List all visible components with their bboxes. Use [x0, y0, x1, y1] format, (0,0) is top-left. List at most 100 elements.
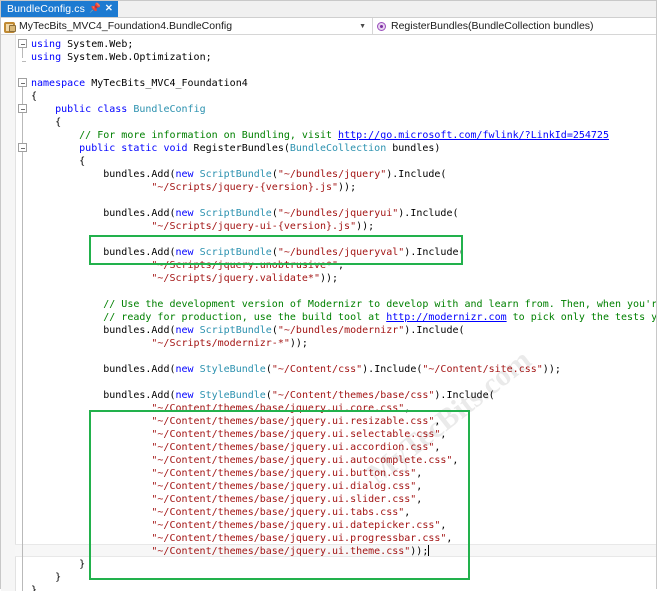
code-token-pln: bundles.Add( — [103, 390, 176, 401]
code-navigation-bar: MyTecBits_MVC4_Foundation4.BundleConfig … — [1, 18, 656, 35]
code-line[interactable]: } — [79, 558, 85, 571]
code-token-cmt: to pick only the tests you need. — [512, 312, 656, 323]
code-token-kw: using — [31, 52, 62, 63]
code-line[interactable]: // Use the development version of Modern… — [103, 298, 656, 311]
code-token-pln: } — [55, 572, 62, 583]
code-token-pln: ).Include( — [404, 247, 465, 258]
code-line[interactable]: "~/Scripts/jquery-{version}.js")); — [151, 181, 356, 194]
code-token-pln: ).Include( — [404, 325, 465, 336]
code-line[interactable]: } — [31, 584, 37, 591]
code-token-str: "~/Content/themes/base/jquery.ui.slider.… — [151, 494, 417, 505]
member-dropdown-value: RegisterBundles(BundleCollection bundles… — [391, 20, 594, 32]
code-line[interactable]: "~/Content/themes/base/jquery.ui.dialog.… — [151, 480, 422, 493]
code-line[interactable]: "~/Content/themes/base/jquery.ui.theme.c… — [151, 545, 428, 558]
code-token-typ: ScriptBundle — [199, 325, 272, 336]
code-token-str: "~/Content/themes/base/jquery.ui.autocom… — [151, 455, 453, 466]
code-line[interactable]: // ready for production, use the build t… — [103, 311, 656, 324]
code-token-str: "~/Content/themes/base/jquery.ui.progres… — [151, 533, 447, 544]
code-line[interactable]: { — [55, 116, 61, 129]
code-token-lnk[interactable]: http://go.microsoft.com/fwlink/?LinkId=2… — [338, 130, 609, 141]
outline-toggle-namespace[interactable] — [18, 78, 27, 87]
code-token-cmt: // For more information on Bundling, vis… — [79, 130, 339, 141]
code-line[interactable]: "~/Content/themes/base/jquery.ui.selecta… — [151, 428, 446, 441]
outline-toggle-using[interactable] — [18, 39, 27, 48]
code-line[interactable]: "~/Content/themes/base/jquery.ui.slider.… — [151, 493, 422, 506]
code-token-kw: public static void — [79, 143, 188, 154]
code-token-str: "~/bundles/jqueryui" — [277, 208, 399, 219]
code-token-lnk[interactable]: http://modernizr.com — [386, 312, 506, 323]
code-token-pln: System.Web.Optimization; — [61, 52, 212, 63]
type-dropdown[interactable]: MyTecBits_MVC4_Foundation4.BundleConfig … — [1, 18, 373, 34]
code-token-pln: RegisterBundles( — [187, 143, 290, 154]
code-token-str: "~/Scripts/jquery.unobtrusive*" — [151, 260, 339, 271]
outline-toggle-class[interactable] — [18, 104, 27, 113]
code-token-pln: bundles) — [386, 143, 441, 154]
code-line[interactable]: bundles.Add(new ScriptBundle("~/bundles/… — [103, 168, 446, 181]
code-line[interactable]: public static void RegisterBundles(Bundl… — [79, 142, 440, 155]
code-token-pln: , — [452, 455, 459, 466]
tab-bundleconfig-cs[interactable]: BundleConfig.cs 📌 ✕ — [1, 1, 118, 17]
code-token-str: "~/bundles/jquery" — [277, 169, 387, 180]
code-line[interactable]: "~/Content/themes/base/jquery.ui.autocom… — [151, 454, 458, 467]
outline-guide-line — [22, 86, 23, 591]
code-token-pln: } — [31, 585, 38, 591]
class-icon — [4, 21, 16, 33]
code-line[interactable]: } — [55, 571, 61, 584]
code-token-pln: ).Include( — [398, 208, 459, 219]
code-line[interactable]: bundles.Add(new ScriptBundle("~/bundles/… — [103, 246, 464, 259]
code-line[interactable]: "~/Scripts/modernizr-*")); — [151, 337, 308, 350]
code-token-pln: } — [79, 559, 86, 570]
code-line[interactable]: bundles.Add(new ScriptBundle("~/bundles/… — [103, 324, 464, 337]
code-token-cmt: // ready for production, use the build t… — [103, 312, 387, 323]
code-line[interactable]: "~/Scripts/jquery-ui-{version}.js")); — [151, 220, 374, 233]
close-icon[interactable]: ✕ — [105, 1, 113, 17]
code-token-str: "~/Content/themes/base/jquery.ui.button.… — [151, 468, 417, 479]
code-line[interactable]: { — [31, 90, 37, 103]
code-line[interactable]: bundles.Add(new StyleBundle("~/Content/c… — [103, 363, 561, 376]
code-editor-surface[interactable]: MyTecBits.com using System.Web; using Sys… — [1, 35, 656, 591]
code-line[interactable]: bundles.Add(new ScriptBundle("~/bundles/… — [103, 207, 458, 220]
type-dropdown-value: MyTecBits_MVC4_Foundation4.BundleConfig — [19, 20, 233, 32]
code-token-pln: bundles.Add( — [103, 208, 176, 219]
code-line[interactable]: public class BundleConfig — [55, 103, 206, 116]
code-token-pln: System.Web; — [61, 39, 134, 50]
code-token-kw: namespace — [31, 78, 86, 89]
code-line[interactable]: "~/Content/themes/base/jquery.ui.resizab… — [151, 415, 440, 428]
code-token-str: "~/bundles/modernizr" — [277, 325, 405, 336]
code-token-pln: , — [416, 468, 423, 479]
outline-toggle-method[interactable] — [18, 143, 27, 152]
code-token-typ: ScriptBundle — [199, 208, 272, 219]
outline-guide-foot — [22, 61, 26, 62]
code-line[interactable]: { — [79, 155, 85, 168]
code-line[interactable]: using System.Web.Optimization; — [31, 51, 212, 64]
chevron-down-icon[interactable]: ▼ — [356, 23, 369, 30]
code-token-pln: , — [338, 260, 345, 271]
code-token-str: "~/Content/themes/base/jquery.ui.resizab… — [151, 416, 435, 427]
code-token-pln: ).Include( — [362, 364, 423, 375]
member-dropdown[interactable]: RegisterBundles(BundleCollection bundles… — [373, 18, 656, 34]
code-line[interactable]: using System.Web; — [31, 38, 133, 51]
code-token-pln: )); — [410, 546, 429, 557]
code-token-kw: new — [175, 364, 194, 375]
code-line[interactable]: // For more information on Bundling, vis… — [79, 129, 609, 142]
code-line[interactable]: "~/Content/themes/base/jquery.ui.accordi… — [151, 441, 440, 454]
code-line[interactable]: bundles.Add(new StyleBundle("~/Content/t… — [103, 389, 494, 402]
pin-icon[interactable]: 📌 — [89, 1, 101, 17]
code-token-typ: ScriptBundle — [199, 169, 272, 180]
code-line[interactable]: namespace MyTecBits_MVC4_Foundation4 — [31, 77, 248, 90]
code-line[interactable]: "~/Content/themes/base/jquery.ui.core.cs… — [151, 402, 410, 415]
code-token-pln: bundles.Add( — [103, 247, 176, 258]
code-token-pln: { — [31, 91, 38, 102]
code-token-str: "~/Content/themes/base/css" — [271, 390, 435, 401]
code-token-str: "~/Scripts/jquery.validate*" — [151, 273, 320, 284]
code-line[interactable]: "~/Content/themes/base/jquery.ui.button.… — [151, 467, 422, 480]
code-line[interactable]: "~/Scripts/jquery.unobtrusive*", — [151, 259, 344, 272]
code-line[interactable]: "~/Content/themes/base/jquery.ui.tabs.cs… — [151, 506, 410, 519]
code-line[interactable]: "~/Content/themes/base/jquery.ui.datepic… — [151, 519, 446, 532]
code-token-pln: MyTecBits_MVC4_Foundation4 — [85, 78, 248, 89]
document-tab-strip: BundleConfig.cs 📌 ✕ — [1, 1, 656, 18]
code-line[interactable]: "~/Scripts/jquery.validate*")); — [151, 272, 338, 285]
code-token-pln: { — [79, 156, 86, 167]
code-text-layer[interactable]: using System.Web; using System.Web.Optimi… — [15, 35, 656, 591]
code-token-kw: public class — [55, 104, 128, 115]
